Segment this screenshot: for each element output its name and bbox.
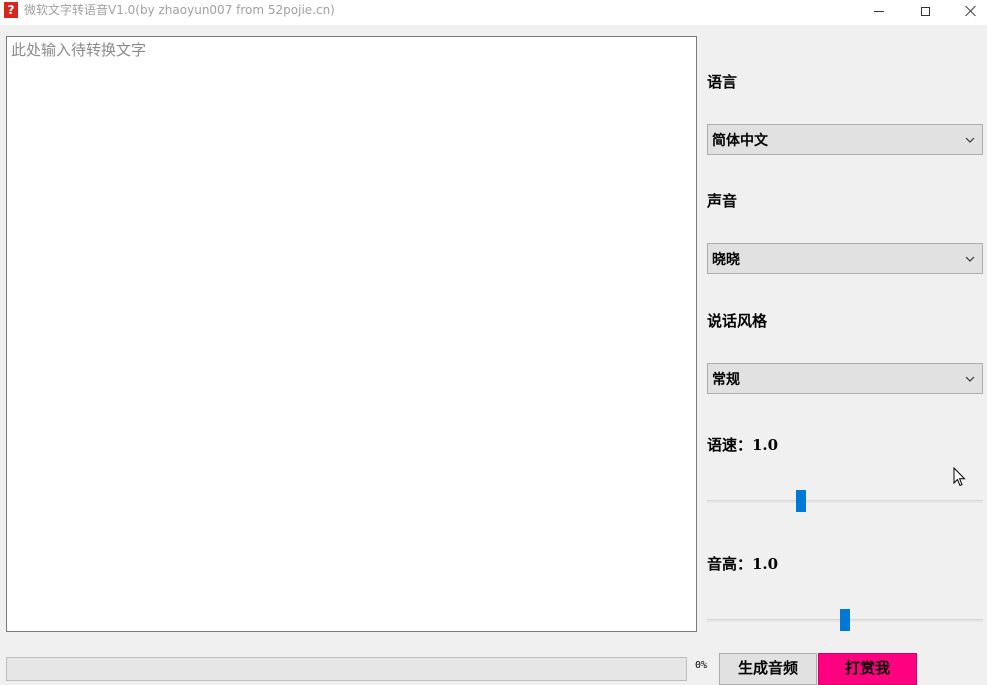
chevron-down-icon (962, 132, 978, 148)
maximize-icon (920, 6, 930, 16)
pitch-slider[interactable] (707, 609, 983, 631)
pitch-slider-thumb[interactable] (840, 609, 850, 631)
voice-select-value: 晓晓 (712, 251, 740, 268)
chevron-down-icon (962, 251, 978, 267)
style-select-value: 常规 (712, 371, 740, 388)
title-bar: ? 微软文字转语音V1.0(by zhaoyun007 from 52pojie… (0, 0, 987, 25)
style-select[interactable]: 常规 (707, 363, 983, 394)
close-icon (965, 5, 977, 17)
app-question-icon: ? (4, 2, 18, 18)
minimize-icon (874, 10, 884, 12)
window-title: 微软文字转语音V1.0(by zhaoyun007 from 52pojie.c… (24, 3, 335, 17)
generate-audio-button[interactable]: 生成音频 (719, 653, 817, 685)
voice-label: 声音 (707, 192, 738, 210)
rate-label: 语速：1.0 (707, 436, 779, 454)
style-label: 说话风格 (707, 312, 768, 330)
rate-slider-thumb[interactable] (795, 490, 806, 512)
language-label: 语言 (707, 73, 738, 91)
progress-percent: 0% (695, 660, 708, 671)
mouse-cursor-icon (953, 467, 966, 487)
text-input[interactable] (6, 36, 697, 632)
donate-button[interactable]: 打赏我 (818, 653, 917, 685)
close-button[interactable] (948, 0, 987, 22)
voice-select[interactable]: 晓晓 (707, 243, 983, 274)
pitch-label: 音高：1.0 (707, 555, 779, 573)
language-select-value: 简体中文 (712, 132, 768, 149)
progress-bar (6, 657, 687, 681)
maximize-button[interactable] (902, 0, 948, 22)
rate-slider-track (707, 500, 983, 503)
chevron-down-icon (962, 371, 978, 387)
language-select[interactable]: 简体中文 (707, 124, 983, 155)
minimize-button[interactable] (856, 0, 902, 22)
rate-slider[interactable] (707, 490, 983, 512)
